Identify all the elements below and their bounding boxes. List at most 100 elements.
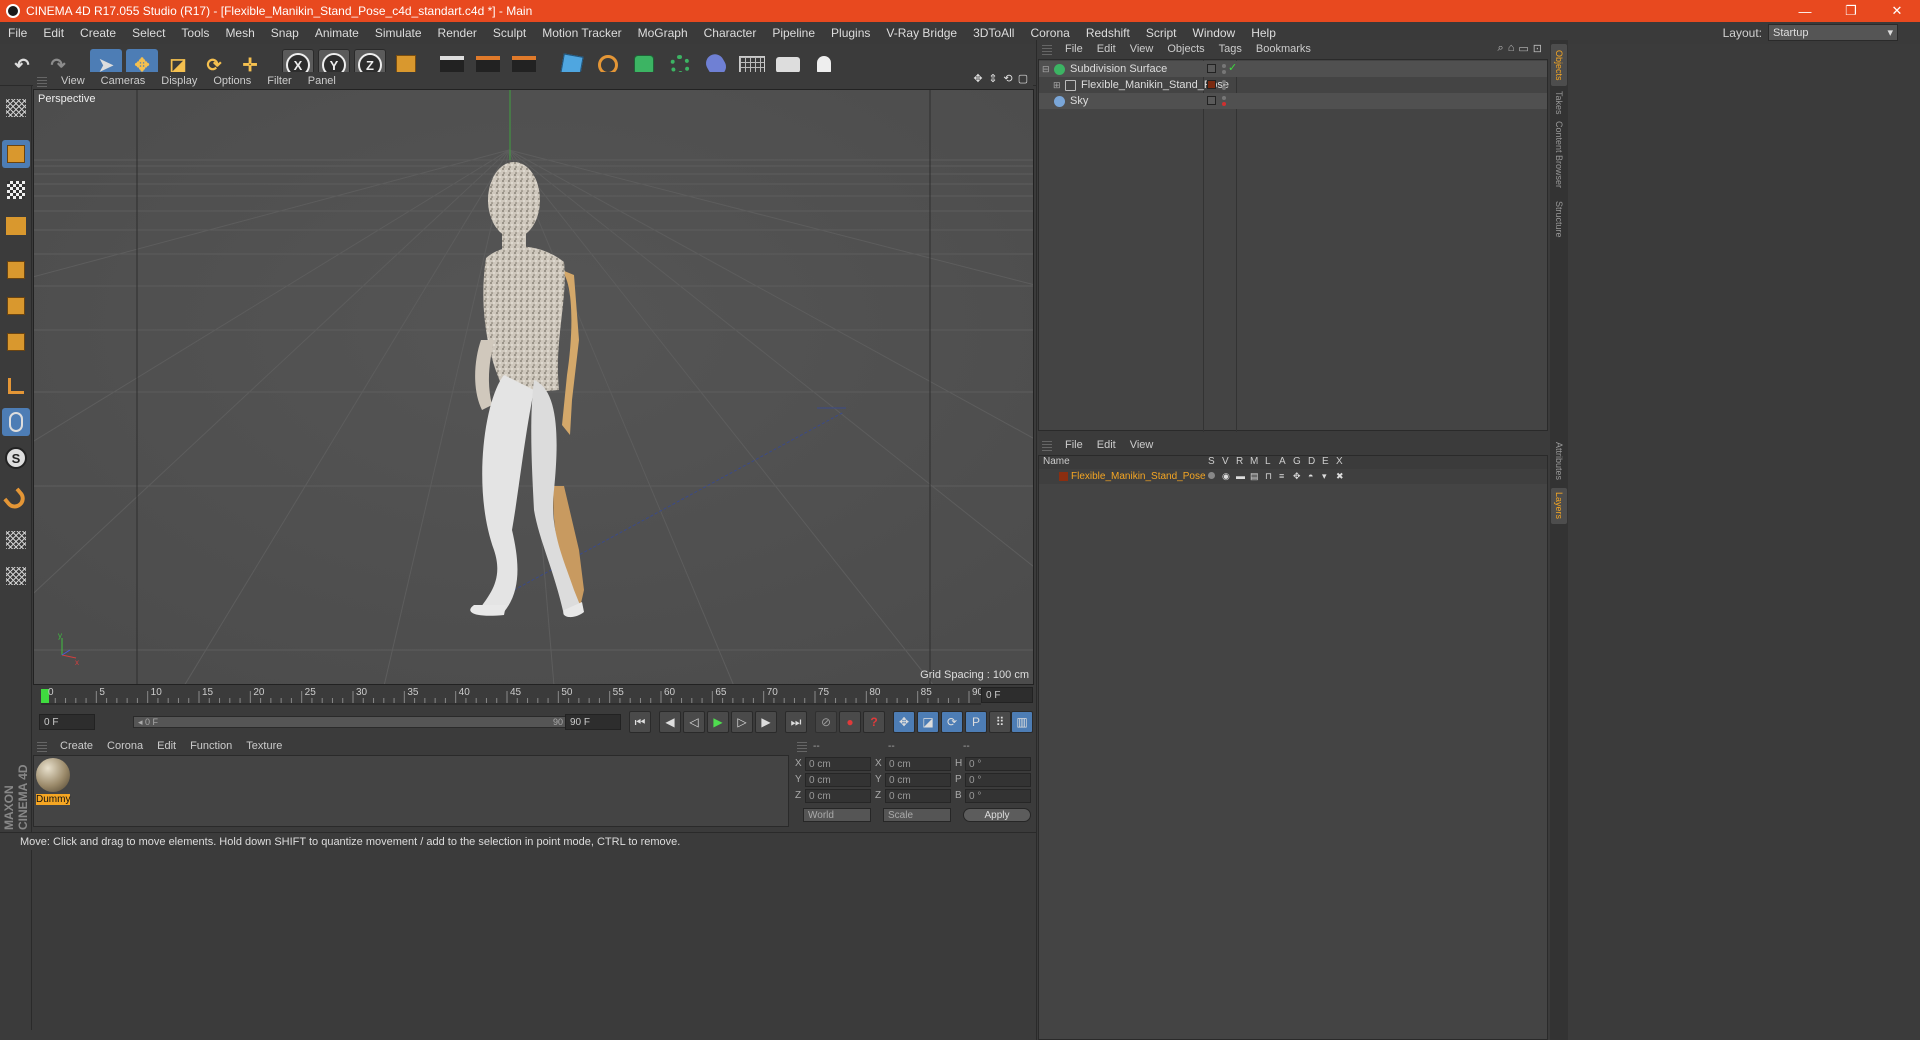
layer-swatch[interactable] [1207, 96, 1216, 105]
material-swatch-dummy[interactable] [36, 758, 70, 792]
column-animation[interactable]: A [1279, 456, 1286, 467]
drag-handle-icon[interactable] [37, 74, 47, 87]
orbit-view-icon[interactable]: ⟲ [1002, 73, 1014, 85]
render-visibility-dot[interactable] [1222, 70, 1226, 74]
object-name[interactable]: Sky [1070, 95, 1088, 107]
timeline-ruler[interactable]: 0 5 10 15 20 25 30 35 40 45 50 55 60 65 70 75 80 85 90 0 F [33, 685, 1034, 705]
xref-icon[interactable]: ✖ [1336, 471, 1344, 482]
editor-visibility-dot[interactable] [1222, 64, 1226, 68]
viewport-menu-cameras[interactable]: Cameras [93, 75, 154, 87]
column-xref[interactable]: X [1336, 456, 1343, 467]
render-visibility-dot[interactable] [1222, 102, 1226, 106]
menu-character[interactable]: Character [696, 26, 765, 40]
material-menu-corona[interactable]: Corona [100, 740, 150, 752]
generator-icon[interactable]: ✥ [1293, 471, 1301, 482]
make-editable-button[interactable] [2, 94, 30, 122]
menu-plugins[interactable]: Plugins [823, 26, 878, 40]
tweak-mode-button[interactable] [2, 408, 30, 436]
maximize-view-icon[interactable]: ▢ [1017, 73, 1029, 85]
object-menu-objects[interactable]: Objects [1160, 43, 1211, 55]
menu-mograph[interactable]: MoGraph [630, 26, 696, 40]
column-manager[interactable]: M [1250, 456, 1258, 467]
menu-snap[interactable]: Snap [263, 26, 307, 40]
layer-name[interactable]: Flexible_Manikin_Stand_Pose [1071, 471, 1206, 482]
tab-layers[interactable]: Layers [1551, 488, 1567, 524]
enabled-check-icon[interactable]: ✓ [1228, 61, 1237, 74]
material-menu-function[interactable]: Function [183, 740, 239, 752]
object-row-sky[interactable]: Sky [1039, 93, 1547, 109]
next-key-button[interactable]: ▶ [755, 711, 777, 733]
layer-menu-file[interactable]: File [1058, 439, 1090, 451]
column-deformers[interactable]: D [1308, 456, 1315, 467]
edges-mode-button[interactable] [2, 292, 30, 320]
rot-p-field[interactable]: 0 ° [965, 773, 1031, 787]
layer-menu-edit[interactable]: Edit [1090, 439, 1123, 451]
column-expressions[interactable]: E [1322, 456, 1329, 467]
maximize-button[interactable]: ❐ [1828, 0, 1874, 22]
column-name[interactable]: Name [1043, 456, 1070, 467]
menu-simulate[interactable]: Simulate [367, 26, 430, 40]
go-to-start-button[interactable]: ⏮ [629, 711, 651, 733]
pos-x-field[interactable]: 0 cm [805, 757, 871, 771]
menu-motion-tracker[interactable]: Motion Tracker [534, 26, 629, 40]
material-name-dummy[interactable]: Dummy [36, 794, 70, 805]
layout-dropdown[interactable]: Startup ▾ [1768, 24, 1898, 41]
drag-handle-icon[interactable] [37, 740, 47, 752]
material-menu-edit[interactable]: Edit [150, 740, 183, 752]
go-to-end-button[interactable]: ⏭ [785, 711, 807, 733]
menu-select[interactable]: Select [124, 26, 173, 40]
collapse-icon[interactable]: ⊟ [1042, 64, 1050, 75]
menu-pipeline[interactable]: Pipeline [764, 26, 823, 40]
object-menu-file[interactable]: File [1058, 43, 1090, 55]
new-window-icon[interactable]: ▭ [1518, 42, 1528, 55]
key-parameter-button[interactable]: P [965, 711, 987, 733]
dolly-view-icon[interactable]: ⇕ [987, 73, 999, 85]
menu-vray-bridge[interactable]: V-Ray Bridge [878, 26, 965, 40]
menu-help[interactable]: Help [1243, 26, 1284, 40]
rot-b-field[interactable]: 0 ° [965, 789, 1031, 803]
rot-h-field[interactable]: 0 ° [965, 757, 1031, 771]
object-menu-view[interactable]: View [1123, 43, 1161, 55]
timeline-layout-button[interactable]: ▥ [1011, 711, 1033, 733]
material-menu-texture[interactable]: Texture [239, 740, 289, 752]
layer-color-swatch[interactable] [1059, 472, 1068, 481]
tab-structure[interactable]: Structure [1551, 196, 1567, 242]
viewport-menu-filter[interactable]: Filter [259, 75, 299, 87]
home-icon[interactable]: ⌂ [1508, 42, 1515, 55]
menu-edit[interactable]: Edit [35, 26, 72, 40]
layer-menu-view[interactable]: View [1123, 439, 1161, 451]
close-button[interactable]: ✕ [1874, 0, 1920, 22]
viewport-menu-view[interactable]: View [53, 75, 93, 87]
texture-mode-button[interactable] [2, 176, 30, 204]
tab-content-browser[interactable]: Content Browser [1551, 120, 1567, 190]
model-mode-button[interactable] [2, 140, 30, 168]
eye-icon[interactable]: ◉ [1222, 471, 1230, 482]
snapping-button[interactable]: S [2, 444, 30, 472]
coordinate-space-dropdown[interactable]: World [803, 808, 871, 822]
key-position-button[interactable]: ✥ [893, 711, 915, 733]
expand-icon[interactable]: ⊞ [1053, 80, 1061, 91]
play-button[interactable]: ▶ [707, 711, 729, 733]
object-row-manikin[interactable]: ⊞ Flexible_Manikin_Stand_Pose [1039, 77, 1547, 93]
layer-swatch[interactable] [1207, 64, 1216, 73]
workplane-mode-button[interactable] [2, 212, 30, 240]
viewport-menu-options[interactable]: Options [205, 75, 259, 87]
key-rotation-button[interactable]: ⟳ [941, 711, 963, 733]
locked-workplane-button[interactable] [2, 526, 30, 554]
editor-visibility-dot[interactable] [1222, 96, 1226, 100]
polygons-mode-button[interactable] [2, 328, 30, 356]
key-scale-button[interactable]: ◪ [917, 711, 939, 733]
tab-objects[interactable]: Objects [1551, 44, 1567, 86]
key-pla-button[interactable]: ⠿ [989, 711, 1011, 733]
pan-view-icon[interactable]: ✥ [972, 73, 984, 85]
object-menu-bookmarks[interactable]: Bookmarks [1249, 43, 1318, 55]
menu-tools[interactable]: Tools [173, 26, 217, 40]
viewport-camera-label[interactable]: Perspective [36, 92, 97, 106]
object-name[interactable]: Subdivision Surface [1070, 63, 1167, 75]
planar-workplane-button[interactable] [2, 562, 30, 590]
axis-mode-button[interactable] [2, 372, 30, 400]
record-keys-disabled-button[interactable]: ⊘ [815, 711, 837, 733]
record-active-button[interactable]: ● [839, 711, 861, 733]
menu-animate[interactable]: Animate [307, 26, 367, 40]
render-visibility-dot[interactable] [1222, 86, 1226, 90]
